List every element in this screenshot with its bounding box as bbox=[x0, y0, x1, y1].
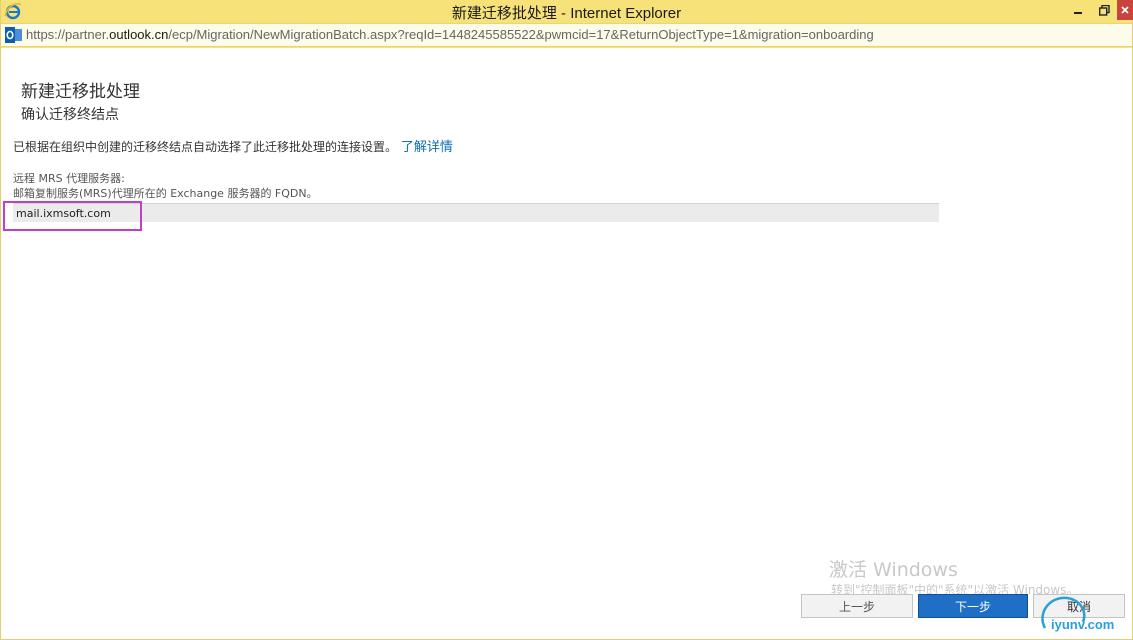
minimize-icon bbox=[1074, 12, 1082, 14]
info-text: 已根据在组织中创建的迁移终结点自动选择了此迁移批处理的连接设置。 bbox=[13, 140, 398, 154]
next-button[interactable]: 下一步 bbox=[918, 594, 1028, 618]
mrs-proxy-input[interactable] bbox=[13, 203, 939, 222]
title-bar[interactable]: 新建迁移批处理 - Internet Explorer bbox=[1, 0, 1133, 22]
minimize-button[interactable] bbox=[1065, 0, 1091, 20]
restore-button[interactable] bbox=[1091, 0, 1117, 20]
mrs-proxy-description: 邮箱复制服务(MRS)代理所在的 Exchange 服务器的 FQDN。 bbox=[13, 187, 318, 200]
url-host: outlook.cn bbox=[109, 27, 169, 42]
page-title: 新建迁移批处理 bbox=[21, 82, 140, 102]
close-icon bbox=[1121, 6, 1129, 14]
info-text-line: 已根据在组织中创建的迁移终结点自动选择了此迁移批处理的连接设置。 了解详情 bbox=[13, 136, 453, 155]
ie-window: 新建迁移批处理 - Internet Explorer https://part… bbox=[0, 0, 1133, 640]
url-path: /ecp/Migration/NewMigrationBatch.aspx?re… bbox=[168, 27, 874, 42]
address-bar: https://partner.outlook.cn/ecp/Migration… bbox=[1, 22, 1132, 48]
page-subtitle: 确认迁移终结点 bbox=[21, 107, 119, 123]
site-watermark-text: iyunv.com bbox=[1051, 617, 1115, 632]
address-field[interactable]: https://partner.outlook.cn/ecp/Migration… bbox=[1, 23, 1132, 47]
back-button[interactable]: 上一步 bbox=[801, 594, 913, 618]
window-title: 新建迁移批处理 - Internet Explorer bbox=[451, 5, 682, 22]
close-button[interactable] bbox=[1117, 0, 1133, 20]
outlook-icon bbox=[5, 27, 22, 43]
url-prefix: https://partner. bbox=[26, 27, 110, 42]
url-text[interactable]: https://partner.outlook.cn/ecp/Migration… bbox=[26, 27, 874, 42]
mrs-proxy-label: 远程 MRS 代理服务器: bbox=[13, 172, 125, 185]
cancel-button[interactable]: 取消 bbox=[1033, 594, 1125, 618]
activate-windows-title: 激活 Windows bbox=[829, 559, 958, 581]
learn-more-link[interactable]: 了解详情 bbox=[401, 140, 453, 155]
restore-icon bbox=[1098, 4, 1110, 16]
